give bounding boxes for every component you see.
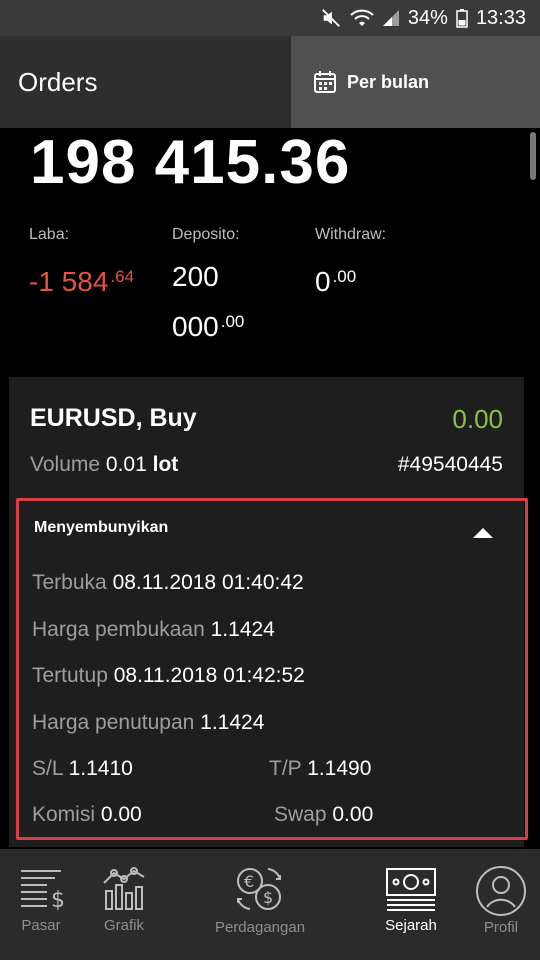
open-time-row: Terbuka 08.11.2018 01:40:42 (32, 571, 304, 595)
nav-item-market[interactable]: $ Pasar (12, 849, 70, 960)
history-banknote-icon (386, 868, 436, 911)
close-price-value: 1.1424 (200, 711, 265, 734)
deposit-label: Deposito: (172, 226, 240, 243)
take-profit-label: T/P (269, 757, 302, 780)
app-header: Orders Per bulan (0, 36, 540, 128)
nav-item-trade[interactable]: € $ Perdagangan (212, 849, 308, 960)
open-time-value: 08.11.2018 01:40:42 (112, 571, 304, 594)
open-price-value: 1.1424 (210, 618, 275, 641)
withdraw-label: Withdraw: (315, 226, 387, 243)
nav-label-history: Sejarah (385, 917, 437, 934)
details-toggle[interactable]: Menyembunyikan (19, 501, 525, 557)
status-bar: 34% 13:33 (0, 0, 540, 36)
currency-exchange-icon: € $ (237, 868, 281, 910)
nav-label-chart: Grafik (103, 917, 144, 934)
stop-loss-value: 1.1410 (68, 757, 133, 780)
stop-loss-row: S/L 1.1410 (32, 757, 133, 781)
scrollbar-thumb[interactable] (530, 132, 536, 180)
deposit-value-line1: 200 (172, 261, 219, 292)
withdraw-stat: Withdraw: 0.00 (315, 226, 386, 304)
deposit-decimal: .00 (220, 312, 245, 331)
order-volume: Volume 0.01 lot (30, 453, 178, 477)
order-profit: 0.00 (452, 404, 503, 434)
profit-stat: Laba: -1 584.64 (29, 226, 134, 304)
close-price-row: Harga penutupan 1.1424 (32, 711, 264, 735)
market-list-icon: $ (21, 870, 65, 911)
profit-decimal: .64 (110, 267, 135, 286)
order-card[interactable]: EURUSD, Buy 0.00 Volume 0.01 lot #495404… (9, 377, 528, 847)
balance-value: 198 415.36 (30, 128, 351, 197)
deposit-value-line2: 000.00 (172, 299, 244, 349)
commission-label: Komisi (32, 803, 96, 826)
profile-icon (476, 866, 526, 916)
close-time-row: Tertutup 08.11.2018 01:42:52 (32, 664, 305, 688)
period-selector[interactable]: Per bulan (291, 36, 540, 128)
stop-loss-label: S/L (32, 757, 63, 780)
take-profit-value: 1.1490 (307, 757, 372, 780)
nav-label-market: Pasar (21, 917, 61, 934)
profit-integer: -1 584 (29, 266, 109, 297)
nav-item-history[interactable]: Sejarah (380, 849, 442, 960)
close-time-label: Tertutup (32, 664, 108, 687)
order-symbol: EURUSD, Buy (30, 404, 197, 432)
battery-icon (456, 8, 468, 28)
signal-icon (382, 9, 400, 27)
withdraw-value: 0.00 (315, 254, 386, 304)
withdraw-integer: 0 (315, 266, 331, 297)
volume-unit: lot (152, 453, 179, 476)
deposit-stat: Deposito: 200 000.00 (172, 226, 244, 349)
caret-up-icon (473, 528, 493, 538)
period-label: Per bulan (347, 71, 430, 92)
commission-row: Komisi 0.00 (32, 803, 142, 827)
swap-label: Swap (274, 803, 327, 826)
clock: 13:33 (475, 6, 526, 29)
battery-percent: 34% (407, 6, 448, 29)
close-price-label: Harga penutupan (32, 711, 195, 734)
close-time-value: 08.11.2018 01:42:52 (113, 664, 305, 687)
profit-label: Laba: (29, 226, 70, 243)
swap-value: 0.00 (332, 803, 374, 826)
order-details-panel: Menyembunyikan Terbuka 08.11.2018 01:40:… (16, 498, 528, 840)
deposit-value: 200 000.00 (172, 254, 244, 349)
nav-label-trade: Perdagangan (214, 919, 306, 936)
take-profit-row: T/P 1.1490 (269, 757, 371, 781)
page-title: Orders (18, 66, 98, 97)
open-price-row: Harga pembukaan 1.1424 (32, 618, 275, 642)
svg-text:$: $ (51, 888, 65, 911)
wifi-icon (350, 8, 374, 28)
withdraw-decimal: .00 (332, 267, 357, 286)
svg-text:€: € (244, 872, 254, 891)
open-time-label: Terbuka (32, 571, 107, 594)
nav-label-profile: Profil (483, 919, 519, 936)
calendar-icon (314, 71, 336, 93)
app-screen: 34% 13:33 Orders Per bulan 198 415.36 La… (0, 0, 540, 960)
deposit-integer: 000 (172, 311, 219, 342)
bottom-nav: $ Pasar Grafik € $ Perdagangan Sejarah P… (0, 849, 540, 960)
svg-text:$: $ (263, 888, 273, 907)
commission-value: 0.00 (100, 803, 142, 826)
chart-icon (103, 867, 145, 910)
volume-label: Volume (30, 453, 101, 476)
swap-row: Swap 0.00 (274, 803, 373, 827)
details-toggle-label: Menyembunyikan (34, 519, 169, 536)
nav-item-chart[interactable]: Grafik (97, 849, 151, 960)
nav-item-profile[interactable]: Profil (472, 849, 530, 960)
open-price-label: Harga pembukaan (32, 618, 205, 641)
mute-icon (320, 7, 342, 29)
profit-value: -1 584.64 (29, 254, 134, 304)
order-ticket: #49540445 (397, 453, 503, 476)
volume-value: 0.01 (105, 453, 147, 476)
